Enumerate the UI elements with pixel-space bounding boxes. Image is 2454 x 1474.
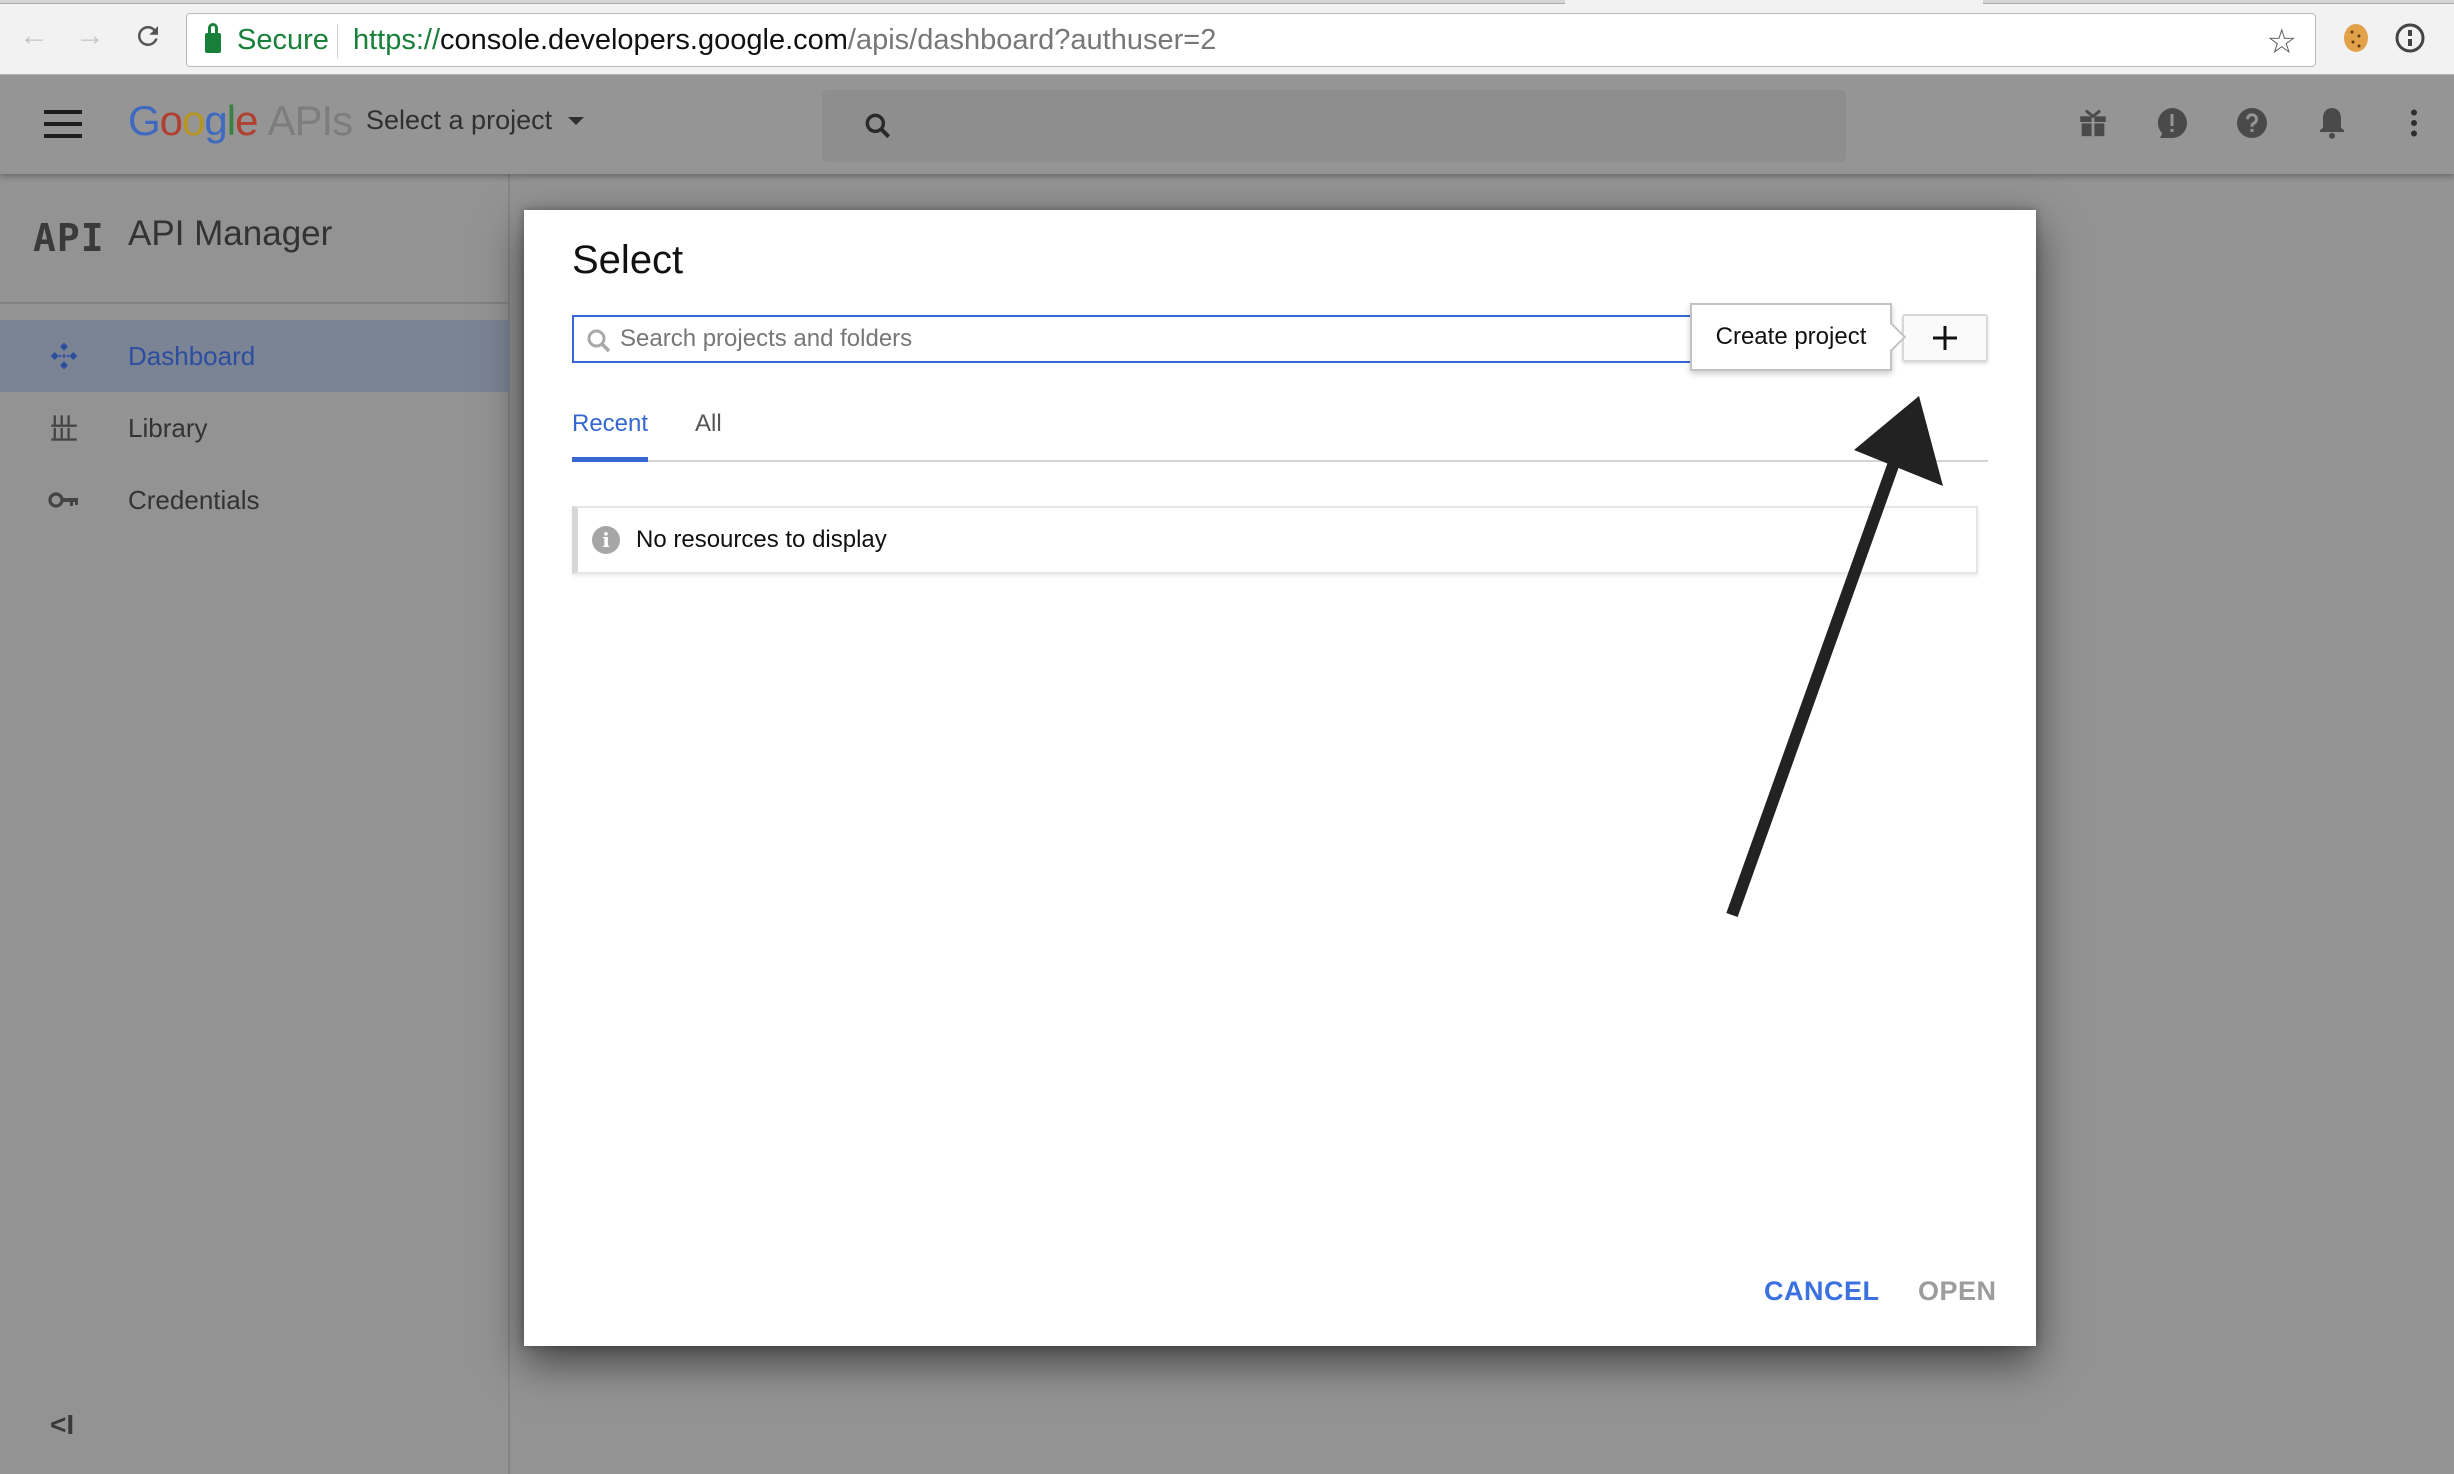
- search-icon: [865, 113, 891, 139]
- more-options-button[interactable]: [2396, 105, 2434, 143]
- gift-button[interactable]: [2076, 105, 2114, 143]
- back-button[interactable]: ←: [14, 16, 54, 56]
- key-icon: [46, 482, 82, 518]
- notifications-icon: [2320, 108, 2344, 139]
- dialog-tabs: Recent All: [572, 398, 1988, 462]
- empty-state-text: No resources to display: [636, 526, 887, 553]
- url-text[interactable]: https://console.developers.google.com/ap…: [353, 14, 1216, 66]
- browser-toolbar: ← → Secure https://console.developers.go…: [0, 0, 2454, 75]
- empty-state-message: i No resources to display: [572, 506, 1978, 574]
- product-name: APIs: [267, 97, 353, 144]
- address-bar[interactable]: Secure https://console.developers.google…: [186, 13, 2316, 67]
- sidebar: API API Manager Dashboard Library Creden…: [0, 174, 510, 1474]
- caret-down-icon: [568, 116, 585, 125]
- password-manager-icon: [2395, 23, 2425, 53]
- create-project-tooltip: Create project: [1690, 303, 1892, 371]
- project-selector[interactable]: Select a project: [366, 105, 585, 136]
- feedback-button[interactable]: [2154, 105, 2192, 143]
- sidebar-item-label: Dashboard: [128, 340, 256, 371]
- secure-label: Secure: [237, 23, 329, 56]
- security-indicator[interactable]: Secure: [205, 14, 329, 66]
- create-project-button[interactable]: [1902, 314, 1988, 362]
- hamburger-icon: [44, 110, 82, 138]
- url-separator: [337, 24, 338, 58]
- api-manager-logo: API: [33, 216, 105, 260]
- sidebar-item-dashboard[interactable]: Dashboard: [0, 320, 510, 392]
- sidebar-item-credentials[interactable]: Credentials: [0, 464, 510, 536]
- url-host: console.developers.google.com: [440, 23, 848, 56]
- help-button[interactable]: [2234, 105, 2272, 143]
- project-selector-label: Select a project: [366, 105, 553, 135]
- lock-icon: [205, 23, 221, 53]
- library-icon: [46, 410, 82, 446]
- arrow-right-icon: →: [75, 19, 105, 52]
- active-tab-indicator: [572, 457, 648, 462]
- url-scheme: https://: [353, 23, 441, 56]
- cookie-extension-button[interactable]: [2338, 20, 2374, 56]
- sidebar-divider: [0, 302, 510, 304]
- console-search-bar[interactable]: [822, 90, 1846, 162]
- more-vert-icon: [2411, 109, 2417, 137]
- tab-strip: [0, 0, 2454, 4]
- url-path: /apis/dashboard?authuser=2: [847, 23, 1217, 56]
- select-project-dialog: Select Create project Recent All i No re…: [524, 210, 2036, 1346]
- google-apis-logo[interactable]: Google APIs: [128, 97, 353, 145]
- forward-button[interactable]: →: [70, 16, 110, 56]
- password-extension-button[interactable]: [2392, 20, 2428, 56]
- reload-button[interactable]: [128, 16, 168, 56]
- gift-icon: [2080, 109, 2106, 137]
- main-menu-button[interactable]: [44, 110, 82, 138]
- sidebar-title: API Manager: [128, 214, 333, 253]
- project-search-field[interactable]: [572, 315, 1722, 363]
- tab-all[interactable]: All: [695, 410, 722, 438]
- help-icon: [2237, 108, 2267, 138]
- sidebar-item-label: Library: [128, 412, 208, 443]
- open-button[interactable]: OPEN: [1918, 1276, 1997, 1307]
- info-icon: i: [592, 526, 620, 554]
- arrow-left-icon: ←: [19, 19, 49, 52]
- project-search-input[interactable]: [620, 321, 1670, 357]
- cookie-icon: [2344, 24, 2368, 52]
- sidebar-item-library[interactable]: Library: [0, 392, 510, 464]
- collapse-icon: <I: [50, 1409, 75, 1440]
- search-icon: [587, 329, 611, 353]
- app-header: Google APIs Select a project: [0, 75, 2454, 174]
- tooltip-text: Create project: [1715, 323, 1867, 350]
- dashboard-icon: [46, 338, 82, 374]
- feedback-icon: [2157, 108, 2187, 138]
- sidebar-item-label: Credentials: [128, 484, 260, 515]
- browser-tab[interactable]: [1983, 0, 2454, 4]
- star-icon: ☆: [2266, 23, 2297, 61]
- bookmark-star-button[interactable]: ☆: [2267, 22, 2297, 62]
- collapse-sidebar-button[interactable]: <I: [50, 1409, 74, 1441]
- notifications-button[interactable]: [2314, 105, 2352, 143]
- browser-tab[interactable]: [0, 0, 1565, 4]
- tab-recent[interactable]: Recent: [572, 410, 648, 438]
- dialog-title: Select: [572, 238, 684, 282]
- plus-icon: [1933, 326, 1957, 350]
- cancel-button[interactable]: CANCEL: [1764, 1276, 1880, 1307]
- reload-icon: [137, 25, 158, 46]
